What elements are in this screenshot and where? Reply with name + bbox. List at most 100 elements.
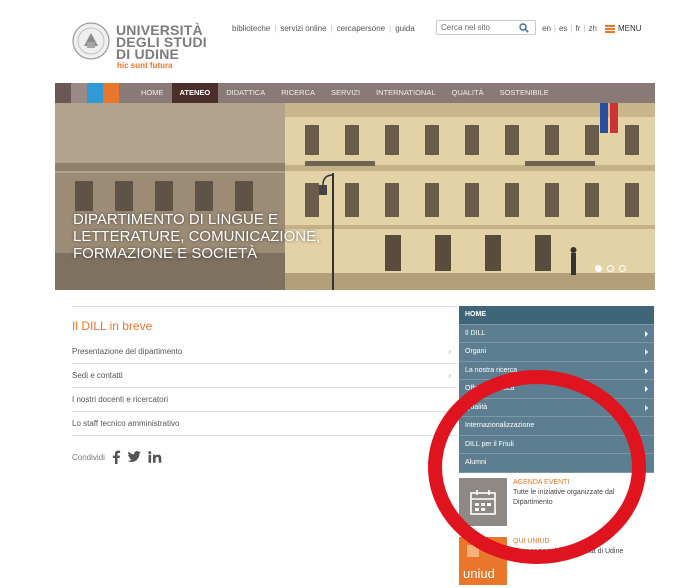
lang-zh[interactable]: zh <box>588 24 596 33</box>
top-links: biblioteche | servizi online | cercapers… <box>232 24 415 33</box>
nav-item-didattica[interactable]: DIDATTICA <box>218 83 273 103</box>
search-icon[interactable] <box>519 23 529 33</box>
hero-caption-line2: LETTERATURE, COMUNICAZIONE, <box>73 228 321 245</box>
nav-item-ateneo[interactable]: ATENEO <box>171 83 219 103</box>
sidebar-item-offerta-didattica[interactable]: Offerta didattica <box>459 380 654 399</box>
list-item-label: I nostri docenti e ricercatori <box>72 395 169 404</box>
sidebar-item-label: Organi <box>465 348 487 355</box>
divider <box>72 306 457 307</box>
color-swatch <box>71 83 87 103</box>
list-item[interactable]: I nostri docenti e ricercatori <box>72 388 457 412</box>
sidebar-item-label: DILL per il Friuli <box>465 440 514 448</box>
sidebar-item-qualita[interactable]: Qualità <box>459 398 654 417</box>
sidebar-item-label: Il DILL <box>465 329 486 337</box>
color-swatch <box>103 83 119 103</box>
link-separator: | <box>389 24 392 33</box>
facebook-icon[interactable] <box>111 450 121 464</box>
section-title: Il DILL in breve <box>72 319 153 333</box>
top-link-biblioteche[interactable]: biblioteche <box>232 24 270 33</box>
top-link-guida[interactable]: guida <box>395 24 415 33</box>
university-logo[interactable]: UNIVERSITÀ DEGLI STUDI DI UDINE hic sunt… <box>72 20 212 70</box>
logo-text-line3: DI UDINE <box>116 46 180 62</box>
nav-item-home[interactable]: HOME <box>133 83 172 103</box>
sidebar-item-label: Qualità <box>465 403 488 411</box>
top-link-cercapersone[interactable]: cercapersone <box>337 24 385 33</box>
nav-item-international[interactable]: INTERNATIONAL <box>368 83 443 103</box>
link-separator: | <box>570 24 573 33</box>
sidebar-item-alumni[interactable]: Alumni <box>459 454 654 473</box>
lang-fr[interactable]: fr <box>576 24 581 33</box>
share-bar: Condividi <box>72 450 457 464</box>
chevron-right-icon: › <box>448 371 451 380</box>
agenda-eventi-promo[interactable]: AGENDA EVENTI Tutte le iniziative organi… <box>459 478 654 526</box>
uniud-badge-text: uniud <box>463 566 495 581</box>
nav-item-qualita[interactable]: QUALITÀ <box>444 83 492 103</box>
list-item[interactable]: Lo staff tecnico amministrativo › <box>72 412 457 436</box>
link-separator: | <box>583 24 586 33</box>
linkedin-icon[interactable] <box>148 451 162 463</box>
list-item[interactable]: Sedi e contatti › <box>72 364 457 388</box>
main-content: Il DILL in breve Presentazione del dipar… <box>72 306 457 464</box>
main-navigation: HOME ATENEO DIDATTICA RICERCA SERVIZI IN… <box>55 83 655 103</box>
qui-uniud-title: QUI UNIUD <box>513 538 550 545</box>
caret-right-icon <box>645 330 648 337</box>
agenda-eventi-line1: Tutte le iniziative organizzate dal <box>513 489 615 496</box>
carousel-dot-1[interactable] <box>595 265 602 272</box>
sidebar-item-ricerca[interactable]: La nostra ricerca <box>459 361 654 380</box>
agenda-eventi-text: AGENDA EVENTI Tutte le iniziative organi… <box>513 478 614 526</box>
chevron-right-icon: › <box>448 347 451 356</box>
color-swatch <box>55 83 71 103</box>
nav-item-sostenibile[interactable]: SOSTENIBILE <box>492 83 557 103</box>
caret-right-icon <box>645 386 648 392</box>
search-input[interactable] <box>437 21 513 34</box>
top-link-servizi-online[interactable]: servizi online <box>280 24 326 33</box>
lang-es[interactable]: es <box>559 24 567 33</box>
sidebar-menu: HOME Il DILL Organi La nostra ricerca Of… <box>459 306 654 473</box>
list-item-label: Presentazione del dipartimento <box>72 347 183 356</box>
university-seal-icon <box>72 22 110 60</box>
caret-right-icon <box>645 349 648 355</box>
qui-uniud-text: QUI UNIUD E-magazine dell'Università di … <box>513 537 623 585</box>
share-label: Condividi <box>72 452 105 462</box>
caret-right-icon <box>645 404 648 411</box>
sidebar-item-label: Internazionalizzazione <box>465 422 535 429</box>
hero-banner[interactable]: DIPARTIMENTO DI LINGUE E LETTERATURE, CO… <box>55 103 655 290</box>
link-separator: | <box>274 24 277 33</box>
menu-label: MENU <box>617 24 642 33</box>
language-switcher: en | es | fr | zh MENU <box>542 24 642 33</box>
menu-button[interactable]: MENU <box>604 24 642 33</box>
logo-motto: hic sunt futura <box>117 61 173 70</box>
hero-caption-line1: DIPARTIMENTO DI LINGUE E <box>73 211 279 228</box>
agenda-eventi-line2: Dipartimento <box>513 499 553 506</box>
sidebar-item-home[interactable]: HOME <box>459 306 654 325</box>
sidebar-item-label: La nostra ricerca <box>465 366 518 374</box>
link-separator: | <box>330 24 333 33</box>
sidebar-item-label: Offerta didattica <box>465 385 515 392</box>
sidebar-item-il-dill[interactable]: Il DILL <box>459 324 654 343</box>
qui-uniud-description: E-magazine dell'Università di Udine <box>513 548 624 555</box>
sidebar-item-organi[interactable]: Organi <box>459 343 654 362</box>
chevron-right-icon: › <box>448 419 451 428</box>
nav-item-ricerca[interactable]: RICERCA <box>273 83 323 103</box>
list-item-label: Sedi e contatti <box>72 371 123 380</box>
carousel-dots <box>595 265 626 272</box>
color-swatch <box>87 83 103 103</box>
carousel-dot-3[interactable] <box>619 265 626 272</box>
search-box <box>436 20 536 35</box>
carousel-dot-2[interactable] <box>607 265 614 272</box>
caret-right-icon <box>645 367 648 374</box>
list-item[interactable]: Presentazione del dipartimento › <box>72 340 457 364</box>
calendar-icon <box>459 478 507 526</box>
sidebar-item-dill-per-il-friuli[interactable]: DILL per il Friuli <box>459 435 654 454</box>
hero-caption: DIPARTIMENTO DI LINGUE E LETTERATURE, CO… <box>73 211 373 262</box>
hamburger-menu-icon <box>604 24 615 33</box>
link-separator: | <box>553 24 556 33</box>
sidebar-item-internazionalizzazione[interactable]: Internazionalizzazione <box>459 417 654 436</box>
sidebar-item-label: Alumni <box>465 459 487 466</box>
nav-item-servizi[interactable]: SERVIZI <box>323 83 368 103</box>
agenda-eventi-title: AGENDA EVENTI <box>513 479 570 486</box>
lang-en[interactable]: en <box>542 24 551 33</box>
twitter-icon[interactable] <box>127 451 142 463</box>
hero-caption-line3: FORMAZIONE E SOCIETÀ <box>73 245 258 262</box>
sidebar-item-label: HOME <box>465 311 486 318</box>
